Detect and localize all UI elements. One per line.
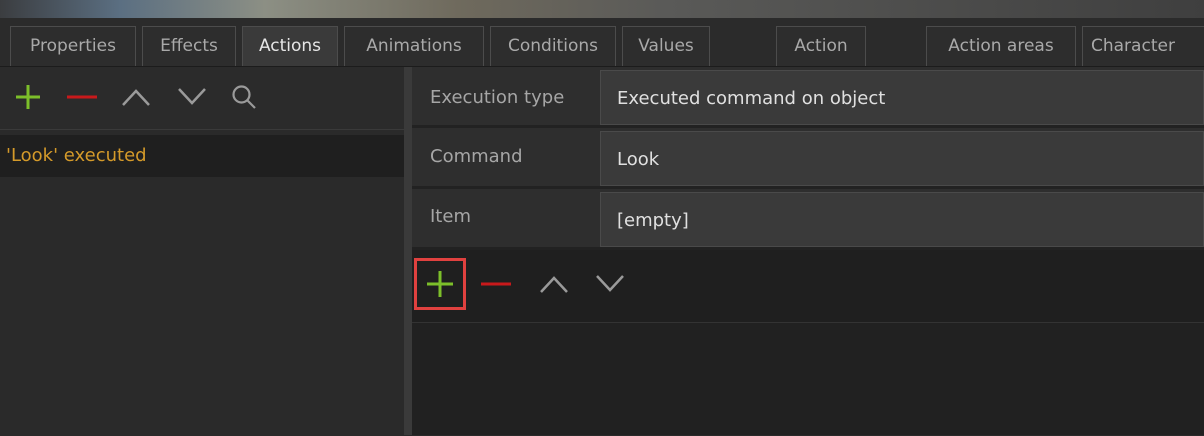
remove-icon: [481, 282, 511, 286]
effects-toolbar: [412, 250, 1204, 323]
tab-bar: Properties Effects Actions Animations Co…: [0, 18, 1204, 67]
remove-effect-button[interactable]: [478, 266, 514, 302]
move-up-effect-button[interactable]: [536, 266, 572, 302]
tab-animations[interactable]: Animations: [344, 26, 484, 66]
move-down-icon: [178, 88, 206, 105]
move-down-effect-button[interactable]: [592, 266, 628, 302]
list-item[interactable]: 'Look' executed: [0, 135, 404, 177]
item-field[interactable]: [empty]: [600, 192, 1204, 247]
left-panel: 'Look' executed: [0, 67, 404, 436]
execution-type-label: Execution type: [430, 87, 565, 108]
tab-action-areas[interactable]: Action areas: [926, 26, 1076, 66]
command-label: Command: [430, 146, 523, 167]
search-icon: [232, 85, 256, 109]
remove-button[interactable]: [64, 79, 100, 115]
execution-type-field[interactable]: Executed command on object: [600, 70, 1204, 125]
add-icon: [16, 85, 40, 109]
move-down-icon: [596, 275, 624, 292]
move-up-icon: [540, 276, 568, 293]
move-down-button[interactable]: [174, 79, 210, 115]
search-button[interactable]: [226, 79, 262, 115]
tab-conditions[interactable]: Conditions: [490, 26, 616, 66]
add-icon: [427, 271, 453, 297]
tab-character[interactable]: Character: [1082, 26, 1204, 66]
item-label: Item: [430, 206, 471, 227]
panel-splitter[interactable]: [404, 67, 412, 435]
tab-actions[interactable]: Actions: [242, 26, 338, 66]
move-up-button[interactable]: [118, 79, 154, 115]
effects-list: [412, 323, 1204, 435]
tab-effects[interactable]: Effects: [142, 26, 236, 66]
add-button[interactable]: [10, 79, 46, 115]
add-effect-button[interactable]: [422, 266, 458, 302]
tab-action[interactable]: Action: [776, 26, 866, 66]
move-up-icon: [122, 89, 150, 106]
tab-properties[interactable]: Properties: [10, 26, 136, 66]
right-panel: Execution type Executed command on objec…: [412, 67, 1204, 435]
window-top-strip: [0, 0, 1204, 18]
tab-values[interactable]: Values: [622, 26, 710, 66]
remove-icon: [67, 95, 97, 99]
command-field[interactable]: Look: [600, 131, 1204, 186]
